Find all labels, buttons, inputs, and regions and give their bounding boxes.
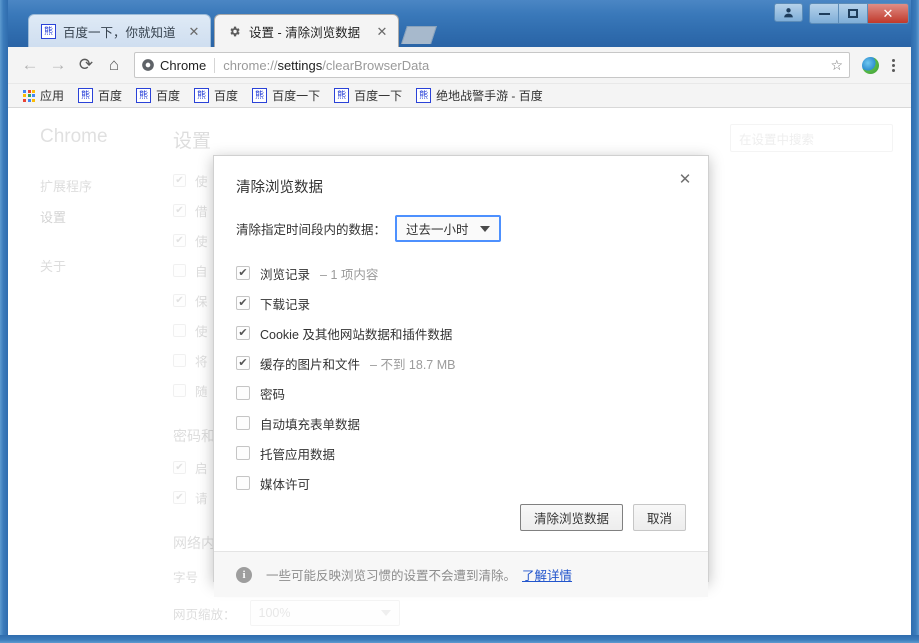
close-icon[interactable]: ✕: [674, 168, 696, 190]
window-controls: ✕: [774, 3, 909, 24]
data-type-detail: – 1 项内容: [320, 267, 379, 282]
maximize-button[interactable]: [839, 4, 868, 23]
clear-data-button[interactable]: 清除浏览数据: [519, 504, 623, 531]
bookmark-item[interactable]: 熊 百度一下: [327, 86, 409, 106]
dialog-actions: 清除浏览数据 取消: [214, 498, 708, 551]
dialog-body: ✕ 清除浏览数据 清除指定时间段内的数据： 过去一小时 ✔ 浏览记录 – 1 项…: [214, 156, 708, 498]
new-tab-button[interactable]: [401, 26, 437, 44]
info-icon: i: [236, 566, 252, 583]
dialog-title: 清除浏览数据: [236, 180, 323, 196]
data-type-label: 自动填充表单数据: [260, 417, 361, 432]
data-type-row-cookies[interactable]: ✔ Cookie 及其他网站数据和插件数据: [236, 318, 686, 348]
cancel-button[interactable]: 取消: [632, 504, 686, 531]
omnibox-divider: [214, 57, 216, 73]
data-type-detail: – 不到 18.7 MB: [370, 357, 456, 372]
data-type-row-cached-files[interactable]: ✔ 缓存的图片和文件 – 不到 18.7 MB: [236, 348, 686, 378]
tab-title: 设置 - 清除浏览数据: [249, 25, 361, 40]
data-type-label: 媒体许可: [260, 477, 311, 492]
tab-strip: 熊 百度一下，你就知道 ✕ 设置 - 清除浏览数据 ✕ ✕: [0, 0, 919, 47]
bookmark-item[interactable]: 熊 百度: [71, 86, 129, 106]
bookmark-item[interactable]: 熊 百度: [129, 86, 187, 106]
checkbox-icon[interactable]: ✔: [236, 296, 250, 310]
footer-text: 一些可能反映浏览习惯的设置不会遭到清除。 了解详情: [266, 569, 573, 583]
bookmark-apps[interactable]: 应用: [16, 86, 71, 106]
bookmark-star-icon[interactable]: ☆: [830, 57, 843, 74]
forward-icon[interactable]: →: [44, 51, 72, 79]
close-icon[interactable]: ✕: [186, 23, 202, 39]
chevron-down-icon: [479, 225, 490, 232]
home-icon[interactable]: ⌂: [100, 51, 128, 79]
extension-icon[interactable]: [862, 56, 879, 74]
checkbox-icon[interactable]: [236, 416, 250, 430]
data-type-label: 密码: [260, 387, 286, 402]
bookmark-label: 百度: [156, 89, 181, 103]
browser-toolbar: ← → ⟳ ⌂ Chrome chrome://settings/clearBr…: [8, 47, 911, 84]
minimize-button[interactable]: [810, 4, 839, 23]
time-range-value: 过去一小时: [406, 223, 469, 237]
data-type-label: 浏览记录: [260, 267, 311, 282]
time-range-select[interactable]: 过去一小时: [395, 215, 501, 242]
checkbox-icon[interactable]: ✔: [236, 356, 250, 370]
baidu-favicon: 熊: [194, 88, 210, 103]
url-text: chrome://settings/clearBrowserData: [223, 57, 430, 73]
time-range-row: 清除指定时间段内的数据： 过去一小时: [236, 215, 686, 242]
window-edge-bottom: [0, 635, 919, 643]
chrome-logo-icon: [142, 59, 154, 71]
data-type-label: 托管应用数据: [260, 447, 336, 462]
apps-grid-icon: [23, 89, 35, 102]
origin-label: Chrome: [160, 57, 207, 73]
clear-browsing-data-dialog: ✕ 清除浏览数据 清除指定时间段内的数据： 过去一小时 ✔ 浏览记录 – 1 项…: [213, 155, 709, 597]
checkbox-icon[interactable]: [236, 476, 250, 490]
window-edge-right: [911, 0, 919, 643]
baidu-favicon: 熊: [41, 23, 56, 39]
data-type-row-autofill[interactable]: 自动填充表单数据: [236, 408, 686, 438]
bookmark-item[interactable]: 熊 绝地战警手游 - 百度: [409, 86, 550, 106]
data-type-row-browsing-history[interactable]: ✔ 浏览记录 – 1 项内容: [236, 258, 686, 288]
menu-icon[interactable]: [883, 58, 903, 72]
data-type-label: 下载记录: [260, 297, 311, 312]
bookmark-label: 应用: [40, 89, 65, 103]
browser-window: 熊 百度一下，你就知道 ✕ 设置 - 清除浏览数据 ✕ ✕ ← → ⟳ ⌂ Ch…: [0, 0, 919, 643]
time-range-label: 清除指定时间段内的数据：: [236, 223, 387, 237]
bookmark-label: 百度: [98, 89, 123, 103]
checkbox-icon[interactable]: ✔: [236, 266, 250, 280]
baidu-favicon: 熊: [136, 88, 152, 103]
data-type-label: Cookie 及其他网站数据和插件数据: [260, 327, 453, 342]
window-edge-left: [0, 0, 8, 643]
learn-more-link[interactable]: 了解详情: [522, 569, 572, 583]
reload-icon[interactable]: ⟳: [72, 51, 100, 79]
bookmarks-bar: 应用 熊 百度 熊 百度 熊 百度 熊 百度一下 熊 百度一下 熊 绝地战警手游…: [8, 84, 911, 108]
browser-tab-settings[interactable]: 设置 - 清除浏览数据 ✕: [214, 14, 399, 47]
close-icon[interactable]: ✕: [374, 23, 390, 39]
dialog-footer-note: i 一些可能反映浏览习惯的设置不会遭到清除。 了解详情: [214, 551, 708, 597]
baidu-favicon: 熊: [78, 88, 94, 103]
baidu-favicon: 熊: [416, 88, 432, 103]
bookmark-label: 百度: [214, 89, 239, 103]
bookmark-item[interactable]: 熊 百度一下: [245, 86, 327, 106]
page-viewport: Chrome 扩展程序 设置 关于 设置 ✔ 使 ✔ 借 ✔ 使 自 ✔ 保 使…: [8, 108, 911, 635]
chrome-origin-badge: Chrome: [141, 58, 206, 73]
gear-icon: [227, 24, 242, 39]
baidu-favicon: 熊: [334, 88, 350, 103]
data-type-row-hosted-app-data[interactable]: 托管应用数据: [236, 438, 686, 468]
tab-title: 百度一下，你就知道: [63, 25, 176, 40]
address-bar[interactable]: Chrome chrome://settings/clearBrowserDat…: [134, 52, 850, 78]
data-type-row-media-licenses[interactable]: 媒体许可: [236, 468, 686, 498]
bookmark-item[interactable]: 熊 百度: [187, 86, 245, 106]
data-type-row-download-history[interactable]: ✔ 下载记录: [236, 288, 686, 318]
bookmark-label: 百度一下: [272, 89, 321, 103]
checkbox-icon[interactable]: [236, 446, 250, 460]
checkbox-icon[interactable]: ✔: [236, 326, 250, 340]
bookmark-label: 绝地战警手游 - 百度: [436, 89, 543, 103]
close-window-button[interactable]: ✕: [868, 4, 908, 23]
checkbox-icon[interactable]: [236, 386, 250, 400]
data-type-label: 缓存的图片和文件: [260, 357, 361, 372]
person-icon[interactable]: [774, 3, 803, 22]
back-icon[interactable]: ←: [16, 51, 44, 79]
data-type-row-passwords[interactable]: 密码: [236, 378, 686, 408]
browser-tab-baidu[interactable]: 熊 百度一下，你就知道 ✕: [28, 14, 211, 47]
baidu-favicon: 熊: [252, 88, 268, 103]
bookmark-label: 百度一下: [354, 89, 403, 103]
